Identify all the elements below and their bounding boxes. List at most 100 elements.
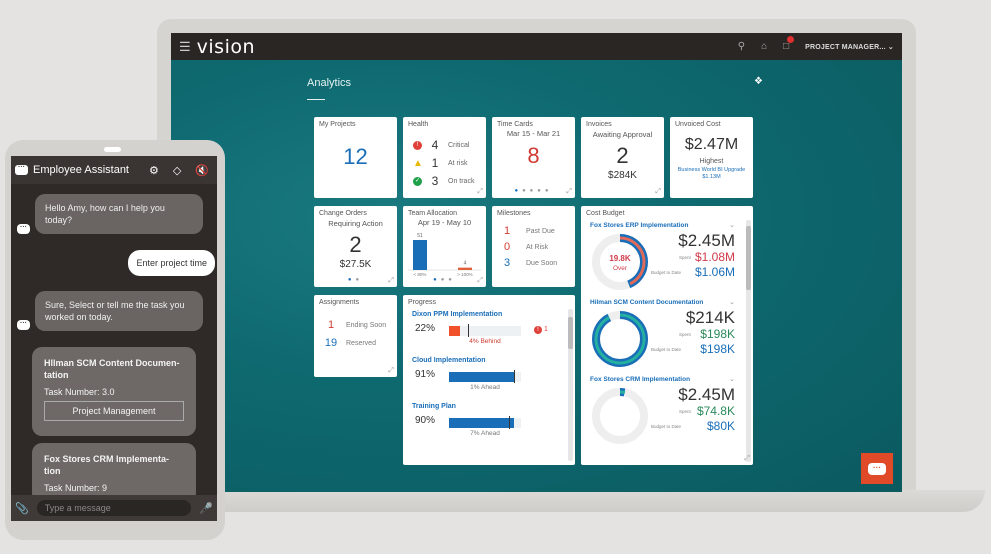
change-orders-amount: $27.5K (339, 259, 372, 270)
task-card[interactable]: Hllman SCM Content Documen-tation Task N… (32, 347, 196, 436)
layout-settings-icon[interactable]: ❖ (754, 76, 763, 87)
brand-logo[interactable]: vision (197, 36, 255, 58)
budget-project-name[interactable]: Fox Stores CRM Implementation (590, 376, 690, 383)
hamburger-icon[interactable]: ☰ (179, 39, 191, 55)
cost-budget-scrollbar[interactable] (746, 220, 751, 462)
tile-unvoiced-cost[interactable]: Unvoiced Cost $2.47M Highest Business Wo… (670, 117, 753, 198)
expand-icon[interactable]: ⤢ (477, 188, 483, 196)
tile-assignments[interactable]: Assignments 1 Ending Soon 19 Reserved ⤢ (314, 295, 397, 377)
attachment-icon[interactable]: 📎 (15, 502, 29, 515)
task-number: Task Number: 9 (44, 483, 108, 493)
expand-icon[interactable]: ⤢ (477, 277, 483, 285)
progress-note: 7% Ahead (470, 430, 500, 437)
tile-title: Unvoiced Cost (675, 121, 721, 128)
budget-project-name[interactable]: Hilman SCM Content Documentation (590, 299, 703, 306)
on-track-count: 3 (431, 174, 439, 188)
milestone-row-due-soon: 3 Due Soon (504, 257, 557, 269)
health-row-at-risk: ▲ 1 At risk (413, 156, 467, 170)
bot-avatar-icon: ··· (17, 224, 30, 234)
past-due-count: 1 (504, 225, 511, 237)
phone-speaker (104, 147, 121, 152)
tile-cost-budget[interactable]: Cost Budget Fox Stores ERP Implementatio… (581, 206, 753, 465)
alert-indicator[interactable]: ! 1 (534, 326, 548, 334)
due-soon-count: 3 (504, 257, 511, 269)
project-name[interactable]: Cloud Implementation (412, 357, 486, 364)
reserved-count: 19 (324, 337, 338, 349)
chevron-down-icon[interactable]: ⌄ (729, 298, 735, 306)
progress-bar (449, 324, 521, 337)
tile-progress[interactable]: Progress Dixon PPM Implementation 22% 4% B… (403, 295, 575, 465)
ending-soon-count: 1 (327, 319, 335, 331)
spent-value: $74.8K (696, 404, 735, 418)
tile-title: Progress (408, 299, 437, 306)
time-cards-range: Mar 15 - Mar 21 (506, 129, 561, 138)
mute-icon[interactable]: 🔇 (195, 164, 209, 177)
reserved-label: Reserved (346, 339, 376, 347)
invoices-subtitle: Awaiting Approval (592, 130, 653, 139)
budget-total: $214K (685, 308, 735, 327)
spent-value: $1.08M (694, 250, 735, 264)
tile-my-projects[interactable]: My Projects 12 (314, 117, 397, 198)
tile-invoices[interactable]: Invoices Awaiting Approval 2 $284K ⤢ (581, 117, 664, 198)
chevron-down-icon[interactable]: ⌄ (729, 375, 735, 383)
tile-change-orders[interactable]: Change Orders Requiring Action 2 $27.5K … (314, 206, 397, 287)
progress-bar (449, 370, 521, 383)
carousel-dots[interactable]: ●●●●● (492, 188, 575, 194)
expand-icon[interactable]: ⤢ (388, 277, 394, 285)
progress-scrollbar[interactable] (568, 309, 573, 461)
bar-0[interactable] (413, 240, 427, 270)
expand-icon[interactable]: ⤢ (655, 188, 661, 196)
budget-to-date-label: Budget to Date (651, 347, 682, 352)
budget-to-date-value: $1.06M (694, 265, 735, 279)
health-row-on-track: ✓ 3 On track (413, 174, 474, 188)
highest-project-link[interactable]: Business World BI Upgrade (670, 167, 753, 173)
laptop-base (150, 490, 985, 512)
expand-icon[interactable]: ⤢ (388, 367, 394, 375)
notifications-icon[interactable]: □ (783, 36, 795, 52)
tile-time-cards[interactable]: Time Cards Mar 15 - Mar 21 8 ●●●●● ⤢ (492, 117, 575, 198)
tile-team-allocation[interactable]: Team Allocation Apr 19 - May 10 51 < 80% 4… (403, 206, 486, 287)
budget-project-name[interactable]: Fox Stores ERP Implementation (590, 222, 688, 229)
due-soon-label: Due Soon (526, 259, 558, 267)
message-input[interactable]: Type a message (36, 500, 192, 516)
task-card[interactable]: Fox Stores CRM Implementa-tion Task Numb… (32, 443, 196, 503)
target-marker (467, 324, 469, 337)
chat-title: Employee Assistant (33, 164, 129, 176)
home-icon[interactable]: ⌂ (761, 41, 767, 52)
progress-percent: 91% (415, 369, 436, 380)
scroll-thumb[interactable] (568, 317, 573, 349)
alert-icon: ! (534, 326, 542, 334)
budget-to-date-label: Budget to Date (651, 424, 682, 429)
user-menu-label: PROJECT MANAGER... (805, 43, 886, 51)
chevron-down-icon[interactable]: ⌄ (729, 221, 735, 229)
microphone-icon[interactable]: 🎤 (199, 502, 213, 515)
tile-title: Invoices (586, 121, 612, 128)
spent-label: Spent (679, 255, 691, 260)
user-menu[interactable]: PROJECT MANAGER... ⌄ (805, 43, 894, 51)
tile-title: Time Cards (497, 121, 533, 128)
chat-launcher-button[interactable]: ··· (861, 453, 893, 484)
carousel-dots[interactable]: ●●● (403, 277, 486, 283)
project-name[interactable]: Training Plan (412, 403, 456, 410)
tile-title: My Projects (319, 121, 356, 128)
highest-amount: $1.13M (702, 174, 721, 180)
donut-track (592, 388, 648, 444)
tile-health[interactable]: Health ! 4 Critical ▲ 1 At risk ✓ 3 On t… (403, 117, 486, 198)
expand-icon[interactable]: ⤢ (566, 188, 572, 196)
expand-icon[interactable]: ⤢ (744, 455, 750, 463)
title-underline (307, 99, 325, 100)
chat-icon: ··· (868, 462, 886, 475)
bar-1[interactable] (458, 267, 472, 270)
progress-fill (449, 372, 515, 382)
carousel-dots[interactable]: ●● (314, 277, 397, 283)
project-name[interactable]: Dixon PPM Implementation (412, 311, 502, 318)
tile-milestones[interactable]: Milestones 1 Past Due 0 At Risk 3 Due Soon (492, 206, 575, 287)
project-management-button[interactable]: Project Management (44, 401, 184, 421)
settings-gear-icon[interactable]: ⚙ (149, 164, 159, 177)
scroll-thumb[interactable] (746, 226, 751, 290)
donut-center-value: 19.8K (609, 254, 631, 263)
past-due-label: Past Due (526, 227, 555, 235)
eraser-icon[interactable]: ◇ (173, 164, 181, 177)
search-icon[interactable]: ⚲ (738, 41, 745, 52)
highest-label: Highest (699, 158, 724, 165)
